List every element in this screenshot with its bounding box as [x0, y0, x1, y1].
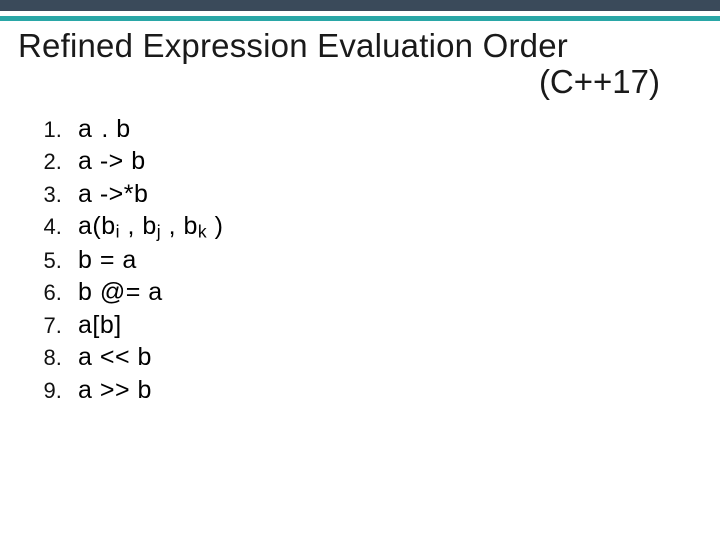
title-line-1: Refined Expression Evaluation Order — [18, 27, 702, 65]
body: a . b a -> b a ->*b a(bi , bj , bk ) b =… — [0, 101, 720, 406]
expression-text: a[b] — [78, 311, 122, 339]
list-item: a(bi , bj , bk ) — [68, 210, 680, 243]
list-item: a . b — [68, 113, 680, 146]
title-block: Refined Expression Evaluation Order (C++… — [0, 21, 720, 101]
expression-text: a << b — [78, 343, 152, 371]
slide: Refined Expression Evaluation Order (C++… — [0, 0, 720, 540]
list-item: a -> b — [68, 145, 680, 178]
decorative-top-bar — [0, 0, 720, 21]
list-item: b = a — [68, 244, 680, 277]
expression-text: b = a — [78, 246, 137, 274]
title-line-2: (C++17) — [18, 63, 702, 101]
stripe-dark — [0, 0, 720, 11]
expression-list: a . b a -> b a ->*b a(bi , bj , bk ) b =… — [40, 113, 680, 406]
expression-text: a . b — [78, 115, 131, 143]
list-item: a[b] — [68, 309, 680, 342]
expression-text: b @= a — [78, 278, 163, 306]
expression-text: a ->*b — [78, 180, 148, 208]
expression-text: a -> b — [78, 147, 146, 175]
list-item: a << b — [68, 341, 680, 374]
list-item: b @= a — [68, 276, 680, 309]
list-item: a ->*b — [68, 178, 680, 211]
list-item: a >> b — [68, 374, 680, 407]
expression-text: a(bi , bj , bk ) — [78, 212, 223, 240]
expression-text: a >> b — [78, 376, 152, 404]
